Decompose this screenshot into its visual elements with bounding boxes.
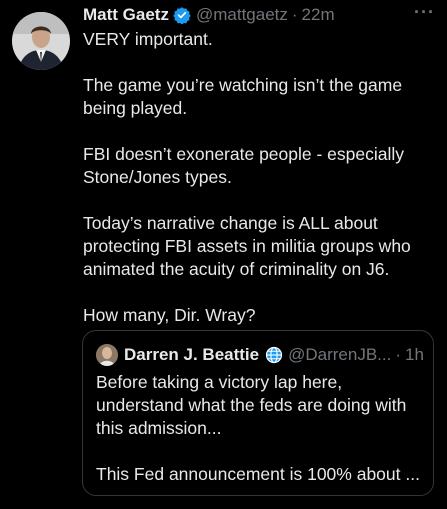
tweet-paragraph: FBI doesn’t exonerate people - especiall… (83, 144, 405, 187)
tweet-paragraph: VERY important. (83, 29, 213, 49)
quoted-author-handle[interactable]: @DarrenJB... (288, 345, 391, 365)
avatar[interactable] (12, 12, 70, 70)
verified-badge-icon (173, 6, 191, 24)
quoted-avatar[interactable] (96, 344, 118, 366)
timestamp[interactable]: 22m (302, 5, 335, 25)
quoted-paragraph: This Fed announcement is 100% about ... (96, 464, 420, 484)
quoted-timestamp[interactable]: 1h (405, 345, 424, 365)
quoted-tweet-text: Before taking a victory lap here, unders… (96, 371, 426, 509)
separator-dot: · (395, 345, 402, 364)
quoted-author-name[interactable]: Darren J. Beattie (124, 345, 259, 365)
more-options-icon[interactable]: ··· (414, 2, 435, 23)
quoted-tweet[interactable]: Darren J. Beattie @DarrenJB... · 1h Befo… (82, 330, 434, 496)
globe-icon (265, 346, 283, 364)
quoted-tweet-header: Darren J. Beattie @DarrenJB... · 1h (96, 343, 424, 367)
tweet-text: VERY important. The game you’re watching… (83, 28, 433, 350)
separator-dot: · (291, 5, 298, 24)
tweet-paragraph: The game you’re watching isn’t the game … (83, 75, 403, 118)
tweet-paragraph: How many, Dir. Wray? (83, 305, 256, 325)
tweet: Matt Gaetz @mattgaetz · 22m ··· VERY imp… (0, 0, 447, 500)
author-name[interactable]: Matt Gaetz (83, 5, 169, 25)
author-handle[interactable]: @mattgaetz (196, 5, 288, 25)
tweet-header: Matt Gaetz @mattgaetz · 22m (83, 4, 435, 26)
quoted-paragraph: Before taking a victory lap here, unders… (96, 372, 407, 438)
tweet-paragraph: Today’s narrative change is ALL about pr… (83, 213, 411, 279)
